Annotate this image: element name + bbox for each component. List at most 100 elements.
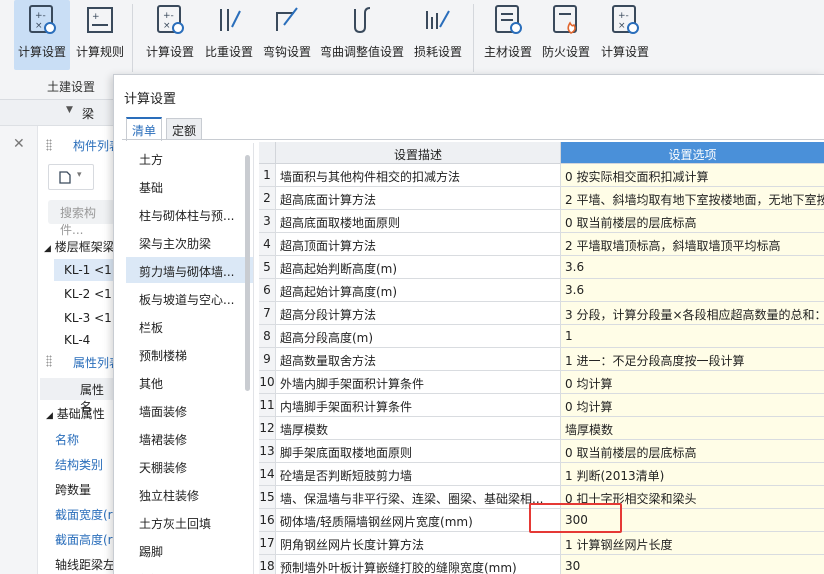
option-cell[interactable]: 3.6 — [561, 279, 824, 302]
property-name[interactable]: 跨数量 — [55, 481, 91, 498]
tab-quota[interactable]: 定额 — [166, 118, 203, 140]
component-search-input[interactable]: 搜索构件... — [48, 200, 115, 237]
category-item[interactable]: 墙裙装修 — [126, 425, 253, 451]
table-row[interactable]: 7 超高分段计算方法 3 分段，计算分段量×各段相应超高数量的总和：超 — [259, 302, 824, 325]
ribbon-button-label: 计算设置 — [17, 45, 66, 59]
category-item[interactable]: 柱与砌体柱与预... — [126, 201, 253, 227]
table-row[interactable]: 8 超高分段高度(m) 1 — [259, 325, 824, 348]
property-name[interactable]: 轴线距梁左 — [55, 556, 115, 573]
category-item[interactable]: 土方灰土回填 — [126, 509, 253, 535]
tree-expand-icon[interactable]: ◢ — [44, 244, 51, 254]
table-row[interactable]: 11 内墙脚手架面积计算条件 0 均计算 — [259, 394, 824, 417]
description-cell: 超高起始判断高度(m) — [276, 256, 561, 279]
ribbon-calc-settings-2-button[interactable]: +- × 计算设置 — [144, 0, 196, 70]
option-cell[interactable]: 1 — [561, 325, 824, 348]
table-row[interactable]: 12 墙厚模数 墙厚模数 — [259, 417, 824, 440]
ribbon-calc-settings-button[interactable]: +- × 计算设置 — [14, 0, 70, 70]
category-item[interactable]: 踢脚 — [126, 537, 253, 563]
category-item[interactable]: 土方 — [126, 145, 253, 171]
property-name[interactable]: 结构类别 — [55, 456, 103, 473]
table-row[interactable]: 14 砼墙是否判断短肢剪力墙 1 判断(2013清单) — [259, 463, 824, 486]
tab-bill[interactable]: 清单 — [126, 117, 163, 141]
ribbon-bend-adjust-button[interactable]: 弯曲调整值设置 — [318, 0, 406, 70]
close-icon[interactable]: ✕ — [13, 136, 25, 152]
ribbon-hook-button[interactable]: 弯钩设置 — [261, 0, 313, 70]
table-row[interactable]: 3 超高底面取楼地面原则 0 取当前楼层的层底标高 — [259, 210, 824, 233]
category-scrollbar[interactable] — [245, 155, 250, 391]
description-cell: 超高顶面计算方法 — [276, 233, 561, 256]
option-cell[interactable]: 2 平墙、斜墙均取有地下室按楼地面，无地下室按 — [561, 187, 824, 210]
option-cell[interactable]: 1 判断(2013清单) — [561, 463, 824, 486]
option-cell[interactable]: 0 按实际相交面积扣减计算 — [561, 164, 824, 187]
category-item[interactable]: 天棚装修 — [126, 453, 253, 479]
property-name[interactable]: 截面高度(r — [55, 531, 113, 548]
option-cell[interactable]: 墙厚模数 — [561, 417, 824, 440]
category-list: 土方 基础 柱与砌体柱与预... 梁与主次肋梁 剪力墙与砌体墙... 板与坡道与… — [126, 143, 254, 574]
category-item[interactable]: 预制楼梯 — [126, 341, 253, 367]
category-item-selected[interactable]: 剪力墙与砌体墙... — [126, 257, 253, 283]
ribbon-button-label: 防火设置 — [541, 45, 590, 59]
option-cell[interactable]: 3 分段，计算分段量×各段相应超高数量的总和：超 — [561, 302, 824, 325]
table-row[interactable]: 6 超高起始计算高度(m) 3.6 — [259, 279, 824, 302]
ribbon-density-button[interactable]: 比重设置 — [203, 0, 255, 70]
loss-icon — [426, 10, 450, 29]
category-item[interactable]: 栏板 — [126, 313, 253, 339]
table-row[interactable]: 17 阴角钢丝网片长度计算方法 1 计算钢丝网片长度 — [259, 532, 824, 555]
new-component-button[interactable]: ▾ — [48, 164, 94, 190]
option-cell[interactable]: 0 取当前楼层的层底标高 — [561, 210, 824, 233]
svg-text:×: × — [618, 21, 626, 31]
category-item[interactable]: 基础 — [126, 173, 253, 199]
option-cell[interactable]: 1 计算钢丝网片长度 — [561, 532, 824, 555]
property-group[interactable]: ◢ 基础属性 — [46, 405, 105, 422]
description-column-header[interactable]: 设置描述 — [276, 142, 561, 164]
ribbon-calc-settings-3-button[interactable]: +- × 计算设置 — [597, 0, 653, 70]
ribbon-calc-rules-button[interactable]: + 计算规则 — [74, 0, 126, 70]
grip-icon[interactable] — [46, 355, 52, 367]
property-name[interactable]: 名称 — [55, 431, 79, 448]
ribbon-fireproof-button[interactable]: 防火设置 — [540, 0, 592, 70]
left-dock-strip — [0, 100, 38, 574]
tree-expand-icon[interactable]: ◢ — [46, 411, 53, 421]
table-row[interactable]: 13 脚手架底面取楼地面原则 0 取当前楼层的层底标高 — [259, 440, 824, 463]
table-row[interactable]: 5 超高起始判断高度(m) 3.6 — [259, 256, 824, 279]
dialog-title: 计算设置 — [124, 92, 177, 107]
description-cell: 内墙脚手架面积计算条件 — [276, 394, 561, 417]
option-column-header[interactable]: 设置选项 — [561, 142, 824, 164]
option-cell[interactable]: 0 均计算 — [561, 394, 824, 417]
type-selector-bar[interactable]: ▼ 梁 — [0, 100, 115, 126]
category-item[interactable]: 独立柱装修 — [126, 481, 253, 507]
property-name[interactable]: 截面宽度(r — [55, 506, 113, 523]
category-item[interactable]: 墙面装修 — [126, 397, 253, 423]
table-row[interactable]: 10 外墙内脚手架面积计算条件 0 均计算 — [259, 371, 824, 394]
grip-icon[interactable] — [46, 139, 52, 151]
table-row[interactable]: 18 预制墙外叶板计算嵌缝打胶的缝隙宽度(mm) 30 — [259, 555, 824, 574]
category-item[interactable]: 板与坡道与空心... — [126, 285, 253, 311]
row-number-cell: 1 — [259, 164, 276, 187]
option-cell[interactable]: 3.6 — [561, 256, 824, 279]
table-row[interactable]: 2 超高底面计算方法 2 平墙、斜墙均取有地下室按楼地面，无地下室按 — [259, 187, 824, 210]
category-item[interactable]: 保温层 — [126, 565, 253, 574]
ribbon-button-label: 计算设置 — [145, 45, 194, 59]
property-group-label: 基础属性 — [56, 407, 105, 421]
tree-item[interactable]: KL-2 <1 — [64, 287, 112, 301]
table-row[interactable]: 4 超高顶面计算方法 2 平墙取墙顶标高，斜墙取墙顶平均标高 — [259, 233, 824, 256]
category-item[interactable]: 梁与主次肋梁 — [126, 229, 253, 255]
tree-item[interactable]: KL-3 <1 — [64, 311, 112, 325]
ribbon-main-material-button[interactable]: 主材设置 — [482, 0, 534, 70]
option-cell[interactable]: 2 平墙取墙顶标高，斜墙取墙顶平均标高 — [561, 233, 824, 256]
tree-item[interactable]: KL-4 — [64, 333, 90, 347]
new-file-icon — [59, 171, 71, 184]
option-cell[interactable]: 1 进一：不足分段高度按一段计算 — [561, 348, 824, 371]
calc-settings-icon: +- × — [29, 5, 56, 34]
table-row[interactable]: 1 墙面积与其他构件相交的扣减方法 0 按实际相交面积扣减计算 — [259, 164, 824, 187]
tree-item[interactable]: KL-1 <1 — [64, 263, 112, 277]
table-row[interactable]: 9 超高数量取舍方法 1 进一：不足分段高度按一段计算 — [259, 348, 824, 371]
chevron-down-icon[interactable]: ▼ — [66, 105, 73, 115]
option-cell[interactable]: 30 — [561, 555, 824, 574]
option-cell[interactable]: 0 取当前楼层的层底标高 — [561, 440, 824, 463]
category-item[interactable]: 其他 — [126, 369, 253, 395]
ribbon-loss-button[interactable]: 损耗设置 — [412, 0, 464, 70]
option-cell[interactable]: 0 均计算 — [561, 371, 824, 394]
tree-root[interactable]: ◢ 楼层框架梁 — [44, 238, 115, 255]
row-number-cell: 10 — [259, 371, 276, 394]
